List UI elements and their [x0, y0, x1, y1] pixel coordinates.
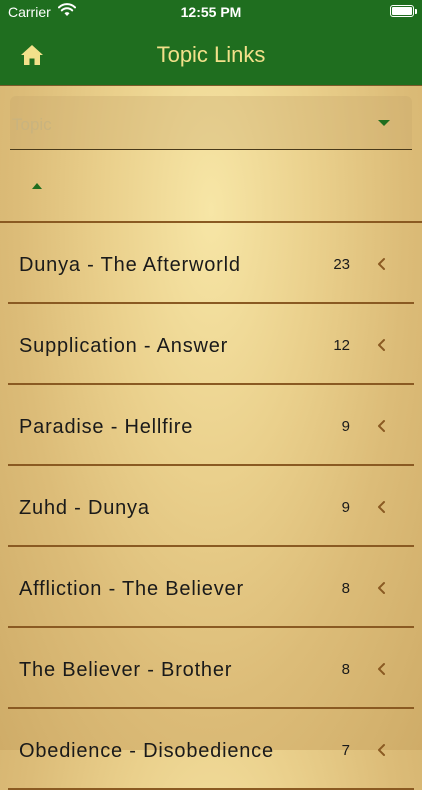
chevron-down-icon: [378, 120, 390, 126]
topic-row[interactable]: Zuhd - Dunya 9: [0, 466, 422, 547]
chevron-left-icon: [376, 500, 388, 514]
topic-count: 9: [341, 499, 350, 516]
chevron-left-icon: [376, 662, 388, 676]
topic-picker-placeholder: Topic: [12, 115, 52, 134]
battery-icon: [390, 5, 414, 17]
chevron-left-icon: [376, 419, 388, 433]
topic-picker[interactable]: Topic: [10, 96, 412, 150]
topic-count: 9: [341, 418, 350, 435]
topic-label: Supplication - Answer: [19, 335, 229, 357]
battery-tip: [415, 9, 417, 14]
topic-row[interactable]: Supplication - Answer 12: [0, 304, 422, 385]
topic-row[interactable]: Affliction - The Believer 8: [0, 547, 422, 628]
topic-label: Dunya - The Afterworld: [19, 254, 241, 276]
topic-label: Paradise - Hellfire: [19, 416, 194, 438]
navigation-bar: Topic Links: [0, 24, 422, 86]
topic-label: Obedience - Disobedience: [19, 740, 274, 762]
topic-label: The Believer - Brother: [19, 659, 233, 681]
topic-label: Affliction - The Believer: [19, 578, 244, 600]
chevron-left-icon: [376, 581, 388, 595]
triangle-up-icon: [32, 183, 42, 189]
topic-row[interactable]: Paradise - Hellfire 9: [0, 385, 422, 466]
topic-count: 7: [341, 742, 350, 759]
topic-count: 8: [341, 661, 350, 678]
status-time: 12:55 PM: [180, 4, 242, 20]
topic-count: 12: [333, 337, 350, 354]
chevron-left-icon: [376, 257, 388, 271]
topic-row[interactable]: The Believer - Brother 8: [0, 628, 422, 709]
topic-row[interactable]: Dunya - The Afterworld 23: [0, 223, 422, 304]
chevron-left-icon: [376, 338, 388, 352]
topic-label: Zuhd - Dunya: [19, 497, 150, 519]
status-bar: Carrier 12:55 PM: [0, 0, 422, 24]
page-title: Topic Links: [156, 42, 266, 67]
sort-toggle[interactable]: [30, 182, 44, 192]
topic-count: 8: [341, 580, 350, 597]
topic-count: 23: [333, 256, 350, 273]
chevron-left-icon: [376, 743, 388, 757]
